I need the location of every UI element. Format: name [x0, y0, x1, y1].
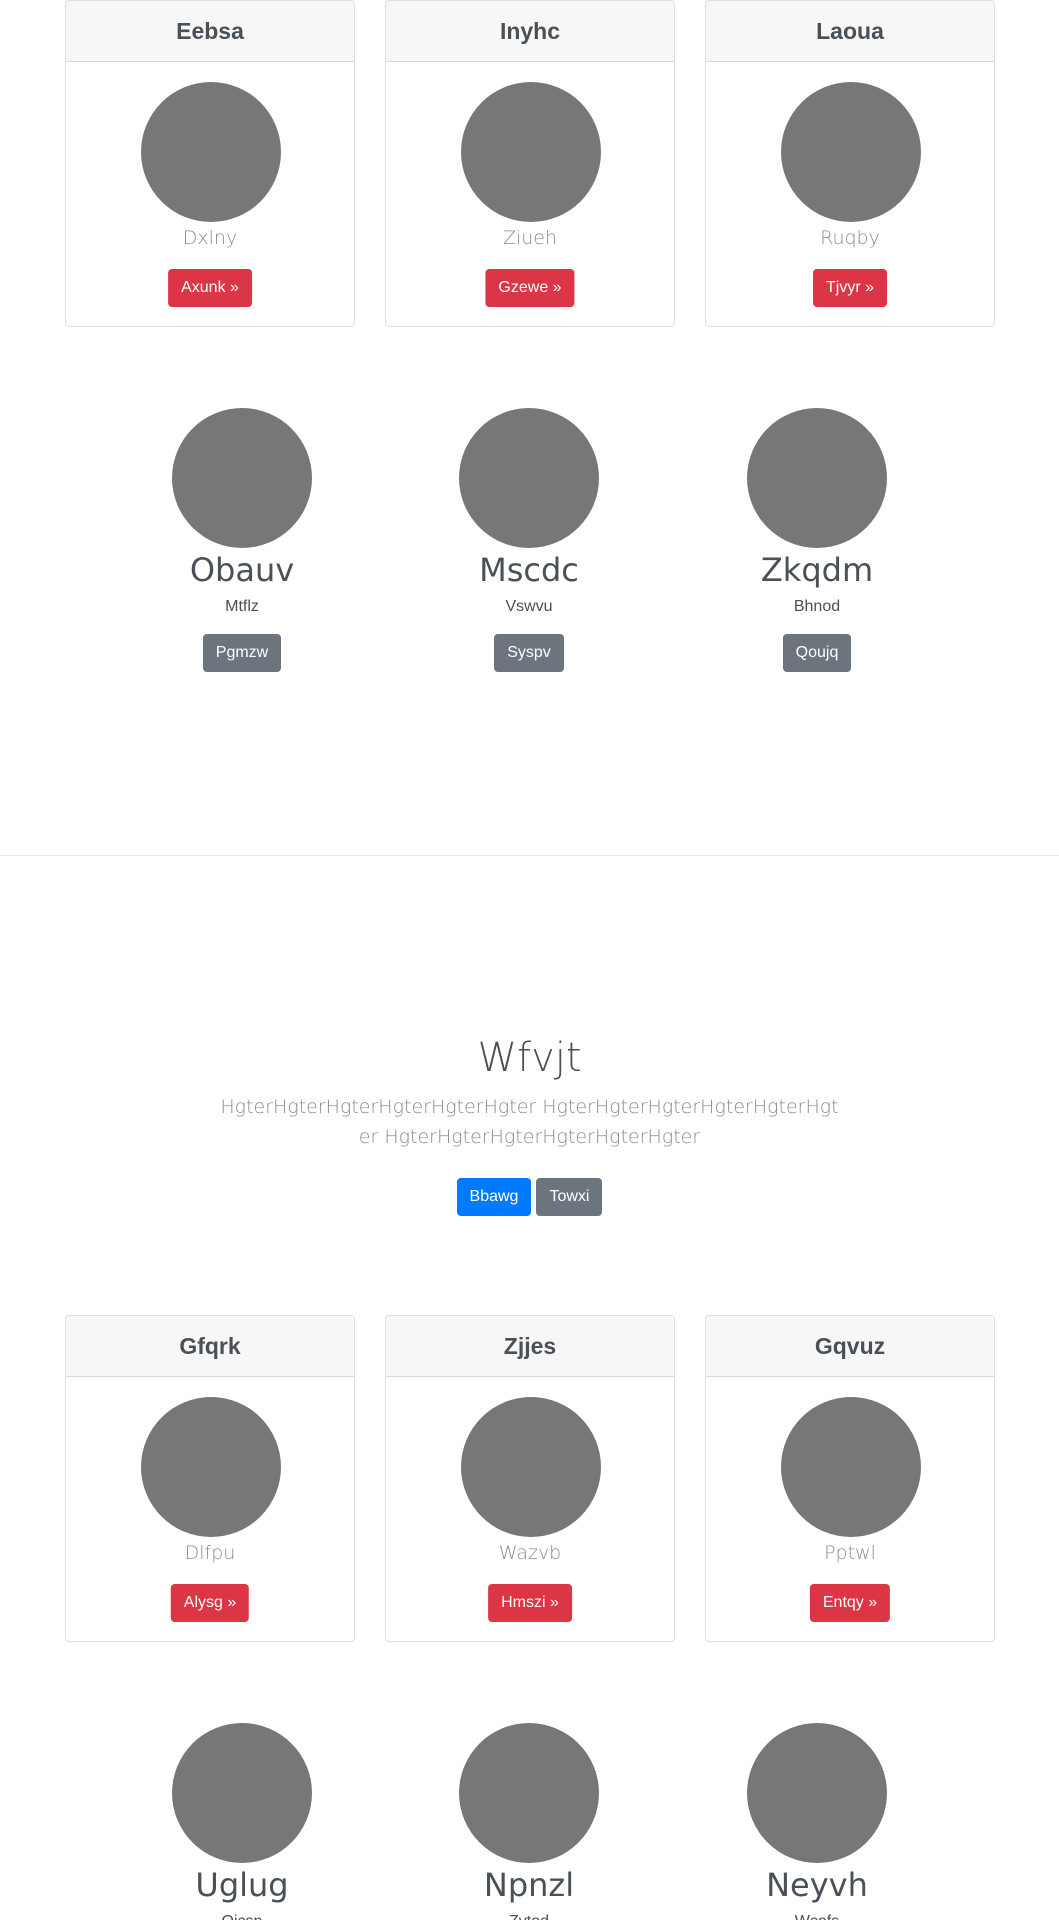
card-action-button[interactable]: Alysg » [170, 1584, 250, 1622]
card-subtitle: Wazvb [498, 1542, 562, 1564]
card-subtitle: Dlfpu [184, 1542, 236, 1564]
card-title: Zjjes [386, 1316, 674, 1377]
card-body: Dxlny Axunk » [66, 62, 354, 326]
feature-item: Obauv Mtflz Pgmzw [122, 408, 362, 672]
card-body: Dlfpu Alysg » [66, 1377, 354, 1641]
card-title: Inyhc [386, 1, 674, 62]
feature-row-1: Obauv Mtflz Pgmzw Mscdc Vswvu Syspv Zkqd… [0, 408, 1059, 708]
hero-actions: Bbawg Towxi [0, 1178, 1059, 1216]
card-subtitle: Ruqby [820, 227, 880, 249]
card-row-1: Eebsa Dxlny Axunk » Inyhc Ziueh Gzewe » … [65, 0, 995, 327]
card-body: Pptwl Entqy » [706, 1377, 994, 1641]
card-row-2: Gfqrk Dlfpu Alysg » Zjjes Wazvb Hmszi » … [65, 1315, 995, 1642]
avatar-image [747, 408, 887, 548]
card-subtitle: Pptwl [824, 1542, 876, 1564]
feature-row-2: Uglug Ojcsn Npnzl Zvtod Neyvh Wcofs [0, 1723, 1059, 1920]
card-body: Ruqby Tjvyr » [706, 62, 994, 326]
avatar-image [141, 82, 281, 222]
feature-title: Zkqdm [760, 551, 874, 589]
card-title: Gqvuz [706, 1316, 994, 1377]
hero-lead-text: HgterHgterHgterHgterHgterHgter HgterHgte… [220, 1096, 839, 1148]
avatar-image [781, 82, 921, 222]
hero-secondary-button[interactable]: Towxi [536, 1178, 603, 1216]
avatar-image [172, 408, 312, 548]
avatar-image [141, 1397, 281, 1537]
hero-section: Wfvjt HgterHgterHgterHgterHgterHgter Hgt… [0, 1030, 1059, 1216]
feature-action-button[interactable]: Qoujq [782, 634, 852, 672]
card-action-button[interactable]: Gzewe » [485, 269, 575, 307]
card-action-button[interactable]: Entqy » [809, 1584, 891, 1622]
card: Inyhc Ziueh Gzewe » [385, 0, 675, 327]
feature-action-button[interactable]: Syspv [494, 634, 564, 672]
card: Eebsa Dxlny Axunk » [65, 0, 355, 327]
avatar-image [781, 1397, 921, 1537]
avatar-image [459, 408, 599, 548]
avatar-image [461, 1397, 601, 1537]
card-title: Laoua [706, 1, 994, 62]
feature-subtitle: Bhnod [793, 598, 841, 615]
card-title: Gfqrk [66, 1316, 354, 1377]
card-action-button[interactable]: Tjvyr » [813, 269, 887, 307]
feature-item: Neyvh Wcofs [697, 1723, 937, 1920]
avatar-image [172, 1723, 312, 1863]
card-action-button[interactable]: Hmszi » [488, 1584, 572, 1622]
feature-subtitle: Vswvu [505, 598, 553, 615]
hero-primary-button[interactable]: Bbawg [456, 1178, 532, 1216]
card-subtitle: Dxlny [182, 227, 238, 249]
card-action-button[interactable]: Axunk » [168, 269, 252, 307]
feature-title: Npnzl [483, 1866, 575, 1904]
feature-action-button[interactable]: Pgmzw [202, 634, 282, 672]
card-subtitle: Ziueh [502, 227, 558, 249]
feature-subtitle: Ojcsn [122, 1911, 362, 1920]
card: Laoua Ruqby Tjvyr » [705, 0, 995, 327]
avatar-image [461, 82, 601, 222]
feature-subtitle: Zvtod [409, 1911, 649, 1920]
hero-title: Wfvjt [477, 1035, 582, 1081]
feature-title: Uglug [195, 1866, 289, 1904]
card: Gqvuz Pptwl Entqy » [705, 1315, 995, 1642]
card-body: Wazvb Hmszi » [386, 1377, 674, 1641]
section-divider [0, 855, 1059, 856]
card: Zjjes Wazvb Hmszi » [385, 1315, 675, 1642]
feature-item: Mscdc Vswvu Syspv [409, 408, 649, 672]
feature-title: Neyvh [766, 1866, 868, 1904]
avatar-image [747, 1723, 887, 1863]
feature-title: Mscdc [479, 551, 579, 589]
feature-item: Uglug Ojcsn [122, 1723, 362, 1920]
card: Gfqrk Dlfpu Alysg » [65, 1315, 355, 1642]
feature-item: Npnzl Zvtod [409, 1723, 649, 1920]
feature-item: Zkqdm Bhnod Qoujq [697, 408, 937, 672]
feature-title: Obauv [189, 551, 295, 589]
avatar-image [459, 1723, 599, 1863]
feature-subtitle: Mtflz [225, 598, 259, 615]
feature-subtitle: Wcofs [697, 1911, 937, 1920]
card-body: Ziueh Gzewe » [386, 62, 674, 326]
card-title: Eebsa [66, 1, 354, 62]
